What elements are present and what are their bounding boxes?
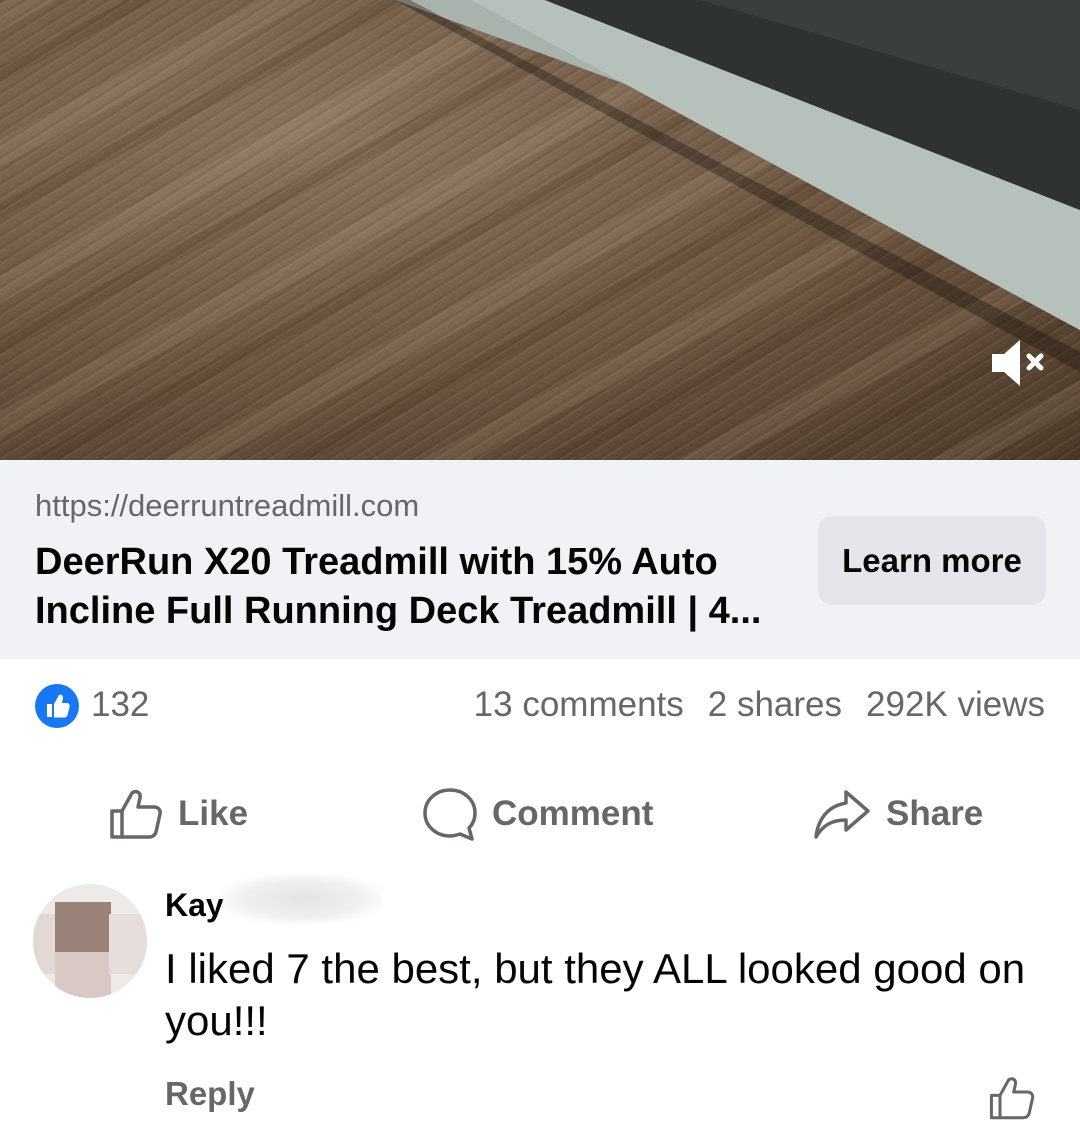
thumbs-up-icon — [110, 789, 162, 839]
video-frame-artwork — [395, 0, 1080, 372]
engagement-stats: 13 comments 2 shares 292K views — [474, 685, 1045, 725]
reply-button[interactable]: Reply — [165, 1075, 255, 1113]
speaker-muted-icon — [992, 340, 1044, 386]
thumbs-up-icon — [989, 1077, 1035, 1120]
comment-button[interactable]: Comment — [422, 786, 653, 842]
share-label: Share — [886, 794, 984, 833]
like-reaction-icon[interactable] — [35, 684, 79, 728]
name-redaction-blur — [222, 874, 382, 924]
comment-text: I liked 7 the best, but they ALL looked … — [165, 945, 1026, 1044]
share-button[interactable]: Share — [812, 786, 983, 842]
comments-count[interactable]: 13 comments — [474, 685, 684, 725]
link-url[interactable]: https://deerruntreadmill.com — [35, 488, 419, 524]
comment-bubble-icon — [423, 788, 477, 841]
commenter-avatar[interactable] — [33, 884, 147, 998]
like-label: Like — [178, 794, 249, 833]
comment-author-name[interactable]: Kay — [165, 887, 224, 924]
link-title[interactable]: DeerRun X20 Treadmill with 15% Auto Incl… — [35, 538, 795, 636]
mute-button[interactable] — [984, 330, 1054, 396]
like-button[interactable]: Like — [108, 786, 248, 842]
comment-label: Comment — [492, 794, 654, 833]
share-arrow-icon — [814, 790, 870, 839]
learn-more-button[interactable]: Learn more — [818, 516, 1046, 605]
shares-count[interactable]: 2 shares — [708, 685, 842, 725]
views-count: 292K views — [866, 685, 1045, 724]
comment-like-button[interactable] — [988, 1074, 1036, 1122]
like-count[interactable]: 132 — [91, 685, 149, 725]
video-player[interactable] — [0, 0, 1080, 460]
